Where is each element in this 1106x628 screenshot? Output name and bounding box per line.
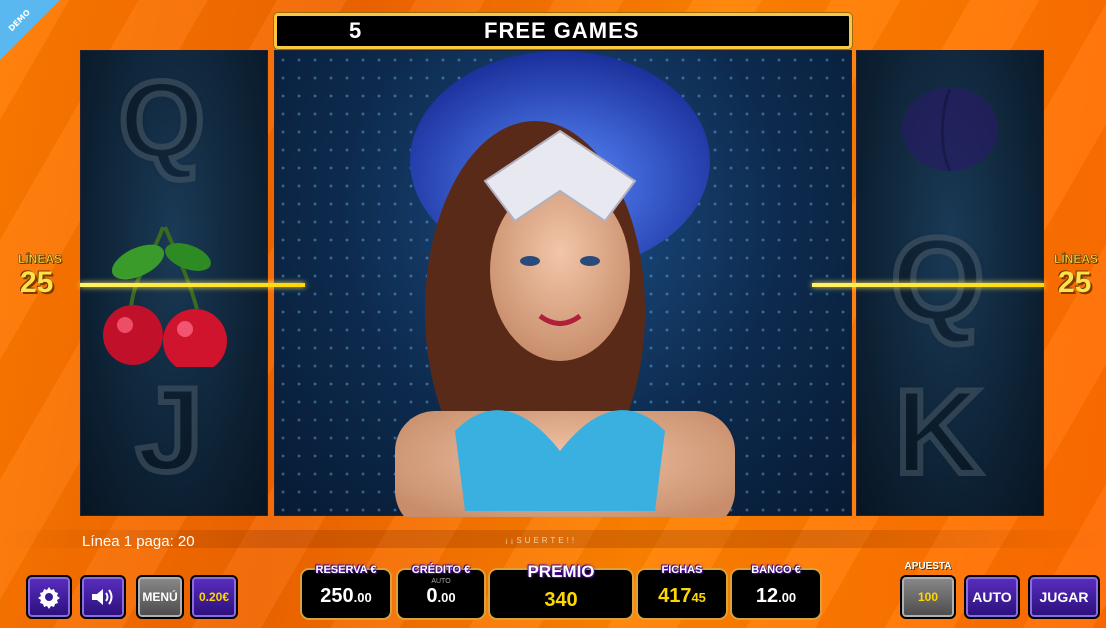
banco-panel: BANCO € 12.00 — [730, 564, 822, 620]
free-games-label: FREE GAMES — [484, 18, 640, 43]
demo-ribbon: DEMO — [0, 0, 60, 60]
settings-button[interactable] — [26, 575, 72, 619]
lineas-label-right: LÍNEAS — [1054, 252, 1099, 267]
line-pay-info: Línea 1 paga: 20 — [82, 533, 195, 550]
bet-label: APUESTA — [904, 561, 952, 572]
payline-right — [812, 283, 1044, 287]
banco-cents: .00 — [778, 590, 797, 605]
reserva-label: RESERVA € — [315, 564, 377, 576]
premio-label: PREMIO — [527, 562, 595, 581]
coin-value: 0.20€ — [198, 590, 230, 604]
fichas-label: FICHAS — [661, 564, 703, 576]
premio-value: 340 — [544, 589, 578, 611]
reel-right-bottom-symbol: K — [892, 362, 985, 502]
auto-label: AUTO — [972, 589, 1012, 605]
demo-label: DEMO — [6, 7, 33, 34]
credito-value: 0.00 — [398, 585, 484, 608]
free-games-count: 5 — [349, 18, 362, 43]
fichas-value: 41745 — [638, 585, 726, 608]
lineas-value-right: 25 — [1058, 266, 1092, 299]
plum-icon — [902, 87, 998, 172]
credito-auto-label: AUTO — [431, 578, 451, 585]
bet-value: 100 — [917, 590, 939, 604]
showgirl-feathers-icon — [395, 51, 735, 517]
menu-button[interactable]: MENÚ — [136, 575, 184, 619]
reserva-cents: .00 — [353, 590, 372, 605]
payline-left — [80, 283, 305, 287]
credito-cents: .00 — [437, 590, 456, 605]
lineas-label-left: LÍNEAS — [18, 252, 63, 267]
sound-button[interactable] — [80, 575, 126, 619]
reserva-panel: RESERVA € 250.00 — [300, 564, 392, 620]
premio-panel: PREMIO 340 — [488, 562, 634, 620]
banco-value: 12.00 — [732, 585, 820, 608]
reel-left-bottom-symbol: J — [133, 360, 206, 500]
reserva-value: 250.00 — [302, 585, 390, 608]
play-button[interactable]: JUGAR — [1028, 575, 1100, 619]
lineas-value-left: 25 — [20, 266, 54, 299]
reel-left-top-symbol: Q — [116, 56, 208, 185]
fichas-main: 417 — [658, 585, 692, 607]
fichas-panel: FICHAS 41745 — [636, 564, 728, 620]
bet-button[interactable]: 100 — [900, 575, 956, 619]
banco-label: BANCO € — [751, 564, 801, 576]
credito-main: 0 — [426, 585, 438, 607]
coin-value-button[interactable]: 0.20€ — [190, 575, 238, 619]
credito-panel: CRÉDITO € AUTO 0.00 — [396, 564, 486, 620]
cherries-icon — [103, 226, 227, 367]
reel-right-middle-symbol: Q — [888, 210, 987, 350]
menu-label: MENÚ — [142, 590, 178, 604]
good-luck-text: ¡¡SUERTE!! — [505, 536, 578, 545]
fichas-cents: 45 — [691, 590, 706, 605]
speaker-icon — [92, 589, 113, 605]
reserva-main: 250 — [320, 585, 354, 607]
gear-icon — [38, 587, 60, 609]
banco-main: 12 — [755, 585, 779, 607]
play-label: JUGAR — [1039, 589, 1089, 605]
auto-button[interactable]: AUTO — [964, 575, 1020, 619]
free-games-banner: 5 FREE GAMES — [274, 13, 852, 49]
reel-center — [274, 50, 852, 517]
credito-label: CRÉDITO € — [411, 564, 471, 576]
